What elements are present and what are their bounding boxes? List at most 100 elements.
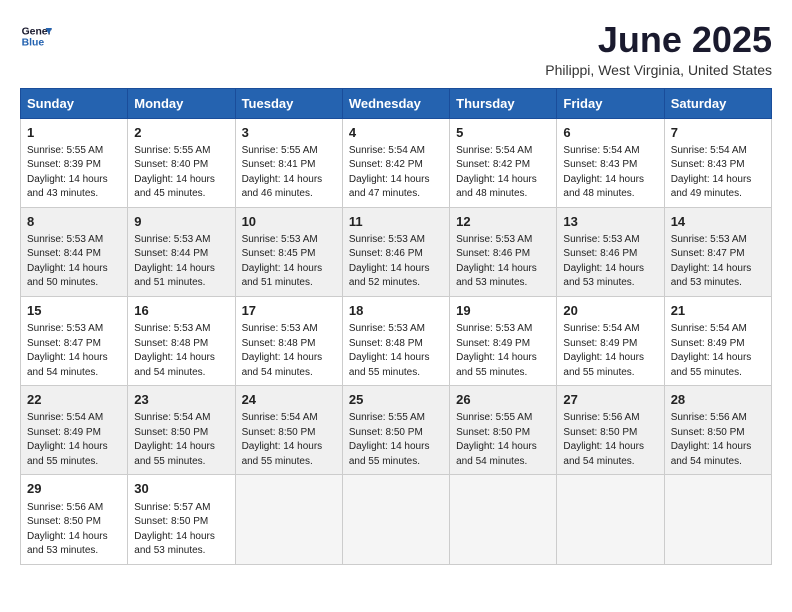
- table-row: 4 Sunrise: 5:54 AMSunset: 8:42 PMDaylight…: [342, 118, 449, 207]
- table-row: 21 Sunrise: 5:54 AMSunset: 8:49 PMDayligh…: [664, 296, 771, 385]
- day-info: Sunrise: 5:54 AMSunset: 8:43 PMDaylight:…: [563, 144, 657, 202]
- table-row: [557, 475, 664, 564]
- calendar-week-row: 1 Sunrise: 5:55 AMSunset: 8:39 PMDaylight…: [21, 118, 772, 207]
- table-row: 10 Sunrise: 5:53 AMSunset: 8:45 PMDayligh…: [235, 207, 342, 296]
- col-sunday: Sunday: [21, 88, 128, 118]
- day-number: 29: [27, 480, 121, 498]
- day-number: 16: [134, 302, 228, 320]
- day-number: 21: [671, 302, 765, 320]
- table-row: 29 Sunrise: 5:56 AMSunset: 8:50 PMDayligh…: [21, 475, 128, 564]
- day-number: 10: [242, 213, 336, 231]
- day-info: Sunrise: 5:53 AMSunset: 8:44 PMDaylight:…: [134, 233, 228, 291]
- table-row: 13 Sunrise: 5:53 AMSunset: 8:46 PMDayligh…: [557, 207, 664, 296]
- table-row: [664, 475, 771, 564]
- day-number: 18: [349, 302, 443, 320]
- calendar-week-row: 29 Sunrise: 5:56 AMSunset: 8:50 PMDayligh…: [21, 475, 772, 564]
- day-number: 17: [242, 302, 336, 320]
- day-info: Sunrise: 5:54 AMSunset: 8:43 PMDaylight:…: [671, 144, 765, 202]
- day-number: 9: [134, 213, 228, 231]
- table-row: [450, 475, 557, 564]
- day-info: Sunrise: 5:57 AMSunset: 8:50 PMDaylight:…: [134, 501, 228, 559]
- day-info: Sunrise: 5:53 AMSunset: 8:45 PMDaylight:…: [242, 233, 336, 291]
- calendar-table: Sunday Monday Tuesday Wednesday Thursday…: [20, 88, 772, 565]
- day-number: 24: [242, 391, 336, 409]
- day-info: Sunrise: 5:54 AMSunset: 8:49 PMDaylight:…: [563, 322, 657, 380]
- table-row: 15 Sunrise: 5:53 AMSunset: 8:47 PMDayligh…: [21, 296, 128, 385]
- day-info: Sunrise: 5:54 AMSunset: 8:50 PMDaylight:…: [134, 411, 228, 469]
- table-row: 25 Sunrise: 5:55 AMSunset: 8:50 PMDayligh…: [342, 386, 449, 475]
- col-wednesday: Wednesday: [342, 88, 449, 118]
- table-row: 19Sunrise: 5:53 AMSunset: 8:49 PMDayligh…: [450, 296, 557, 385]
- calendar-header-row: Sunday Monday Tuesday Wednesday Thursday…: [21, 88, 772, 118]
- table-row: 24 Sunrise: 5:54 AMSunset: 8:50 PMDayligh…: [235, 386, 342, 475]
- day-number: 22: [27, 391, 121, 409]
- table-row: 12Sunrise: 5:53 AMSunset: 8:46 PMDayligh…: [450, 207, 557, 296]
- table-row: 16 Sunrise: 5:53 AMSunset: 8:48 PMDayligh…: [128, 296, 235, 385]
- table-row: 18 Sunrise: 5:53 AMSunset: 8:48 PMDayligh…: [342, 296, 449, 385]
- day-info: Sunrise: 5:54 AMSunset: 8:50 PMDaylight:…: [242, 411, 336, 469]
- table-row: 8 Sunrise: 5:53 AMSunset: 8:44 PMDaylight…: [21, 207, 128, 296]
- day-info: Sunrise: 5:53 AMSunset: 8:47 PMDaylight:…: [27, 322, 121, 380]
- day-number: 25: [349, 391, 443, 409]
- svg-text:Blue: Blue: [22, 38, 45, 49]
- day-number: 2: [134, 124, 228, 142]
- table-row: 30 Sunrise: 5:57 AMSunset: 8:50 PMDayligh…: [128, 475, 235, 564]
- day-info: Sunrise: 5:56 AMSunset: 8:50 PMDaylight:…: [27, 501, 121, 559]
- day-info: Sunrise: 5:53 AMSunset: 8:48 PMDaylight:…: [242, 322, 336, 380]
- day-info: Sunrise: 5:55 AMSunset: 8:50 PMDaylight:…: [349, 411, 443, 469]
- day-info: Sunrise: 5:56 AMSunset: 8:50 PMDaylight:…: [563, 411, 657, 469]
- day-number: 23: [134, 391, 228, 409]
- month-title: June 2025: [545, 20, 772, 60]
- day-number: 13: [563, 213, 657, 231]
- day-info: Sunrise: 5:55 AMSunset: 8:50 PMDaylight:…: [456, 411, 550, 469]
- table-row: 17 Sunrise: 5:53 AMSunset: 8:48 PMDayligh…: [235, 296, 342, 385]
- day-info: Sunrise: 5:53 AMSunset: 8:48 PMDaylight:…: [349, 322, 443, 380]
- day-info: Sunrise: 5:55 AMSunset: 8:41 PMDaylight:…: [242, 144, 336, 202]
- table-row: [235, 475, 342, 564]
- day-number: 3: [242, 124, 336, 142]
- table-row: 28Sunrise: 5:56 AMSunset: 8:50 PMDayligh…: [664, 386, 771, 475]
- day-number: 20: [563, 302, 657, 320]
- day-info: Sunrise: 5:53 AMSunset: 8:46 PMDaylight:…: [563, 233, 657, 291]
- day-number: 15: [27, 302, 121, 320]
- day-info: Sunrise: 5:53 AMSunset: 8:47 PMDaylight:…: [671, 233, 765, 291]
- day-number: 30: [134, 480, 228, 498]
- table-row: 6 Sunrise: 5:54 AMSunset: 8:43 PMDaylight…: [557, 118, 664, 207]
- day-info: Sunrise: 5:54 AMSunset: 8:42 PMDaylight:…: [349, 144, 443, 202]
- day-number: 27: [563, 391, 657, 409]
- title-area: June 2025 Philippi, West Virginia, Unite…: [545, 20, 772, 78]
- day-number: 7: [671, 124, 765, 142]
- calendar-week-row: 22 Sunrise: 5:54 AMSunset: 8:49 PMDayligh…: [21, 386, 772, 475]
- table-row: 22 Sunrise: 5:54 AMSunset: 8:49 PMDayligh…: [21, 386, 128, 475]
- table-row: [342, 475, 449, 564]
- col-monday: Monday: [128, 88, 235, 118]
- table-row: 5Sunrise: 5:54 AMSunset: 8:42 PMDaylight…: [450, 118, 557, 207]
- table-row: 7 Sunrise: 5:54 AMSunset: 8:43 PMDaylight…: [664, 118, 771, 207]
- day-number: 8: [27, 213, 121, 231]
- col-friday: Friday: [557, 88, 664, 118]
- day-number: 6: [563, 124, 657, 142]
- table-row: 27 Sunrise: 5:56 AMSunset: 8:50 PMDayligh…: [557, 386, 664, 475]
- table-row: 3 Sunrise: 5:55 AMSunset: 8:41 PMDaylight…: [235, 118, 342, 207]
- header: General Blue June 2025 Philippi, West Vi…: [20, 20, 772, 78]
- day-number: 4: [349, 124, 443, 142]
- table-row: 14 Sunrise: 5:53 AMSunset: 8:47 PMDayligh…: [664, 207, 771, 296]
- table-row: 20 Sunrise: 5:54 AMSunset: 8:49 PMDayligh…: [557, 296, 664, 385]
- day-number: 12: [456, 213, 550, 231]
- day-info: Sunrise: 5:53 AMSunset: 8:48 PMDaylight:…: [134, 322, 228, 380]
- day-number: 14: [671, 213, 765, 231]
- day-info: Sunrise: 5:54 AMSunset: 8:42 PMDaylight:…: [456, 144, 550, 202]
- day-info: Sunrise: 5:54 AMSunset: 8:49 PMDaylight:…: [27, 411, 121, 469]
- day-info: Sunrise: 5:53 AMSunset: 8:44 PMDaylight:…: [27, 233, 121, 291]
- day-info: Sunrise: 5:53 AMSunset: 8:49 PMDaylight:…: [456, 322, 550, 380]
- day-number: 28: [671, 391, 765, 409]
- calendar-week-row: 8 Sunrise: 5:53 AMSunset: 8:44 PMDaylight…: [21, 207, 772, 296]
- day-number: 1: [27, 124, 121, 142]
- day-info: Sunrise: 5:55 AMSunset: 8:40 PMDaylight:…: [134, 144, 228, 202]
- logo-icon: General Blue: [20, 20, 52, 52]
- location: Philippi, West Virginia, United States: [545, 62, 772, 78]
- day-info: Sunrise: 5:54 AMSunset: 8:49 PMDaylight:…: [671, 322, 765, 380]
- day-info: Sunrise: 5:55 AMSunset: 8:39 PMDaylight:…: [27, 144, 121, 202]
- calendar-week-row: 15 Sunrise: 5:53 AMSunset: 8:47 PMDayligh…: [21, 296, 772, 385]
- table-row: 9 Sunrise: 5:53 AMSunset: 8:44 PMDaylight…: [128, 207, 235, 296]
